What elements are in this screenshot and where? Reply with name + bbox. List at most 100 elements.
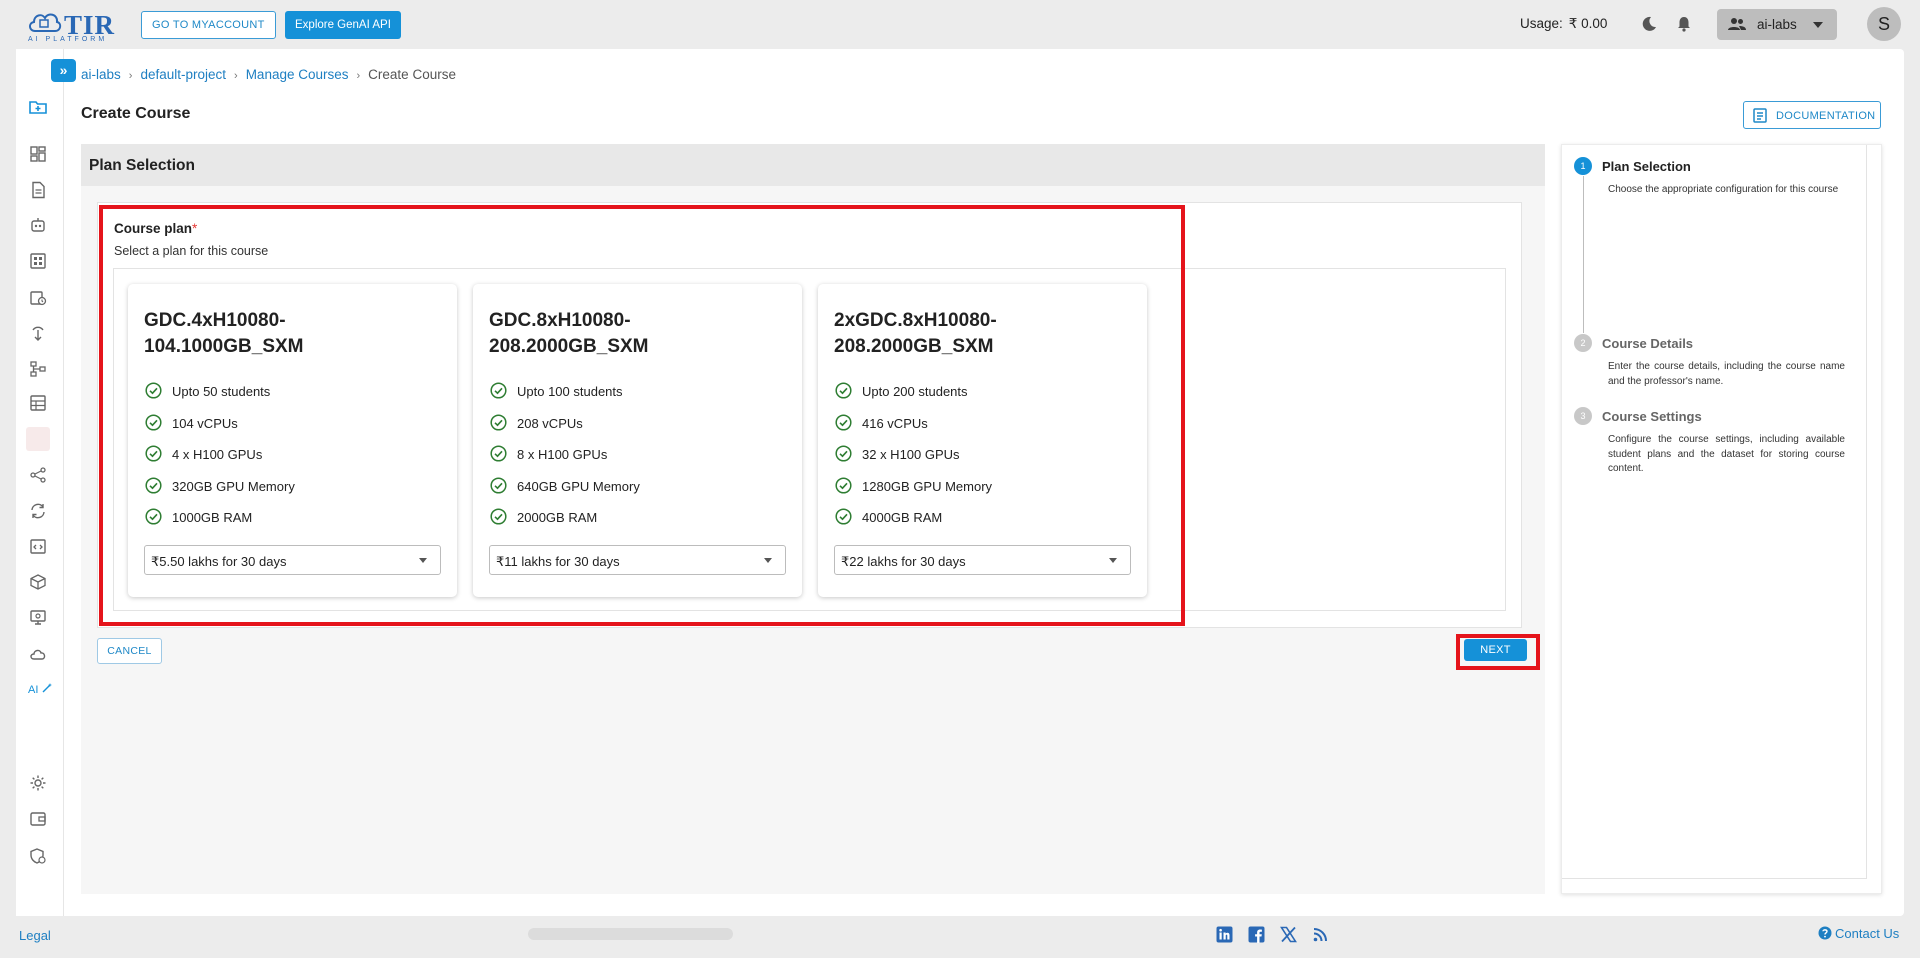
x-icon[interactable]	[1280, 926, 1297, 943]
plan-feature-text: 320GB GPU Memory	[172, 479, 295, 494]
plan-card[interactable]: GDC.8xH10080- 208.2000GB_SXM Upto 100 stu…	[473, 284, 802, 597]
cancel-button[interactable]: CANCEL	[97, 638, 162, 664]
cloud-logo-icon	[29, 13, 62, 32]
sidebar-monitor-icon[interactable]	[29, 609, 47, 627]
document-icon	[1753, 108, 1767, 123]
progress-stepper	[1561, 144, 1882, 894]
sidebar-clipboard-clock-icon[interactable]	[29, 288, 47, 306]
breadcrumb-separator: ›	[128, 70, 133, 82]
contact-us-link[interactable]: Contact Us	[1818, 926, 1899, 941]
section-title: Plan Selection	[89, 157, 195, 174]
plan-duration-select[interactable]: ₹11 lakhs for 30 days	[489, 545, 786, 575]
sidebar-expand-button[interactable]: »	[51, 59, 76, 82]
step-description: Configure the course settings, including…	[1608, 434, 1845, 474]
plan-feature-text: 32 x H100 GPUs	[862, 447, 960, 462]
linkedin-icon[interactable]	[1216, 926, 1233, 943]
settings-gear-icon[interactable]	[29, 774, 47, 792]
breadcrumb-current: Create Course	[368, 67, 456, 82]
step-title-course-details: Course Details	[1602, 336, 1694, 351]
check-circle-icon	[490, 508, 507, 525]
sidebar-document-icon[interactable]	[29, 181, 47, 199]
plan-price: ₹5.50 lakhs for 30 days	[151, 554, 287, 569]
step-title-plan-selection: Plan Selection	[1602, 159, 1691, 174]
stepper-connector	[1583, 176, 1584, 333]
project-selector[interactable]: ai-labs	[1717, 9, 1837, 40]
sidebar-dashboard-icon[interactable]	[29, 145, 47, 163]
footer-blurred-text	[528, 928, 733, 940]
breadcrumb-manage-courses[interactable]: Manage Courses	[246, 67, 349, 82]
plan-duration-select[interactable]: ₹5.50 lakhs for 30 days	[144, 545, 441, 575]
security-settings-icon[interactable]	[29, 847, 47, 865]
sidebar-deploy-icon[interactable]	[29, 324, 47, 342]
plan-duration-select[interactable]: ₹22 lakhs for 30 days	[834, 545, 1131, 575]
breadcrumb: ai-labs › default-project › Manage Courses › C…	[81, 67, 456, 82]
required-mark: *	[192, 221, 198, 236]
plan-feature-text: Upto 100 students	[517, 384, 623, 399]
check-circle-icon	[490, 477, 507, 494]
sidebar-cube-icon[interactable]	[29, 573, 47, 591]
check-circle-icon	[835, 445, 852, 462]
wallet-icon[interactable]	[29, 810, 47, 828]
check-circle-icon	[835, 414, 852, 431]
plan-name: GDC.4xH10080- 104.1000GB_SXM	[144, 308, 434, 360]
usage-display: Usage: ₹ 0.00	[1520, 16, 1607, 32]
dark-mode-icon[interactable]	[1639, 14, 1659, 34]
sidebar-blurred-icon[interactable]	[26, 427, 50, 451]
plan-feature-text: 2000GB RAM	[517, 510, 598, 525]
sidebar-table-icon[interactable]	[29, 394, 47, 412]
chevron-down-icon	[1813, 22, 1823, 28]
notification-bell-icon[interactable]	[1674, 14, 1694, 34]
documentation-button[interactable]: DOCUMENTATION	[1743, 101, 1881, 129]
dropdown-arrow-icon	[1109, 558, 1117, 563]
plan-feature-text: 104 vCPUs	[172, 416, 238, 431]
plan-name-line2: 104.1000GB_SXM	[144, 336, 304, 357]
sidebar-folder-icon[interactable]	[29, 98, 47, 116]
sidebar-sync-icon[interactable]	[29, 502, 47, 520]
go-to-myaccount-button[interactable]: GO TO MYACCOUNT	[141, 11, 276, 39]
plan-feature-text: 1000GB RAM	[172, 510, 253, 525]
check-circle-icon	[145, 445, 162, 462]
tir-logo[interactable]: TIR AI PLATFORM	[26, 7, 116, 43]
legal-link[interactable]: Legal	[19, 928, 51, 943]
facebook-icon[interactable]	[1248, 926, 1265, 943]
stepper-divider	[1866, 145, 1867, 879]
rss-icon[interactable]	[1312, 926, 1329, 943]
breadcrumb-default-project[interactable]: default-project	[140, 67, 226, 82]
plan-price: ₹11 lakhs for 30 days	[496, 554, 620, 569]
step-title-course-settings: Course Settings	[1602, 409, 1702, 424]
step-number-1: 1	[1574, 157, 1592, 175]
explore-genai-api-button[interactable]: Explore GenAI API	[285, 11, 401, 39]
breadcrumb-ai-labs[interactable]: ai-labs	[81, 67, 121, 82]
sidebar-code-icon[interactable]	[29, 537, 47, 555]
step-description: Enter the course details, including the …	[1608, 361, 1845, 387]
group-users-icon	[1728, 18, 1746, 30]
check-circle-icon	[835, 382, 852, 399]
step-description: Choose the appropriate configuration for…	[1608, 184, 1839, 195]
course-plan-label-text: Course plan	[114, 221, 193, 236]
plan-card[interactable]: GDC.4xH10080- 104.1000GB_SXM Upto 50 stud…	[128, 284, 457, 597]
sidebar-robot-icon[interactable]	[29, 216, 47, 234]
usage-value: ₹ 0.00	[1568, 16, 1608, 31]
sidebar-cloud-icon[interactable]	[29, 645, 47, 663]
sidebar-pipeline-icon[interactable]	[29, 360, 47, 378]
section-header: Plan Selection	[81, 144, 1545, 186]
plan-name-line2: 208.2000GB_SXM	[834, 336, 994, 357]
next-button[interactable]: NEXT	[1464, 639, 1527, 661]
breadcrumb-separator: ›	[234, 70, 238, 82]
check-circle-icon	[145, 414, 162, 431]
plan-name: 2xGDC.8xH10080- 208.2000GB_SXM	[834, 308, 1124, 360]
sidebar-apps-icon[interactable]	[29, 252, 47, 270]
sidebar-ai-item[interactable]: AI	[28, 682, 53, 696]
plan-card[interactable]: 2xGDC.8xH10080- 208.2000GB_SXM Upto 200 s…	[818, 284, 1147, 597]
plan-feature-text: 416 vCPUs	[862, 416, 928, 431]
plan-feature-text: 640GB GPU Memory	[517, 479, 640, 494]
check-circle-icon	[145, 382, 162, 399]
step-number-2: 2	[1574, 334, 1592, 352]
stepper-divider	[1562, 878, 1866, 879]
sidebar-share-icon[interactable]	[29, 466, 47, 484]
plan-price: ₹22 lakhs for 30 days	[841, 554, 966, 569]
user-avatar[interactable]: S	[1867, 7, 1901, 41]
plan-name-line1: GDC.8xH10080-	[489, 310, 631, 331]
check-circle-icon	[835, 508, 852, 525]
plan-feature-text: 1280GB GPU Memory	[862, 479, 993, 494]
